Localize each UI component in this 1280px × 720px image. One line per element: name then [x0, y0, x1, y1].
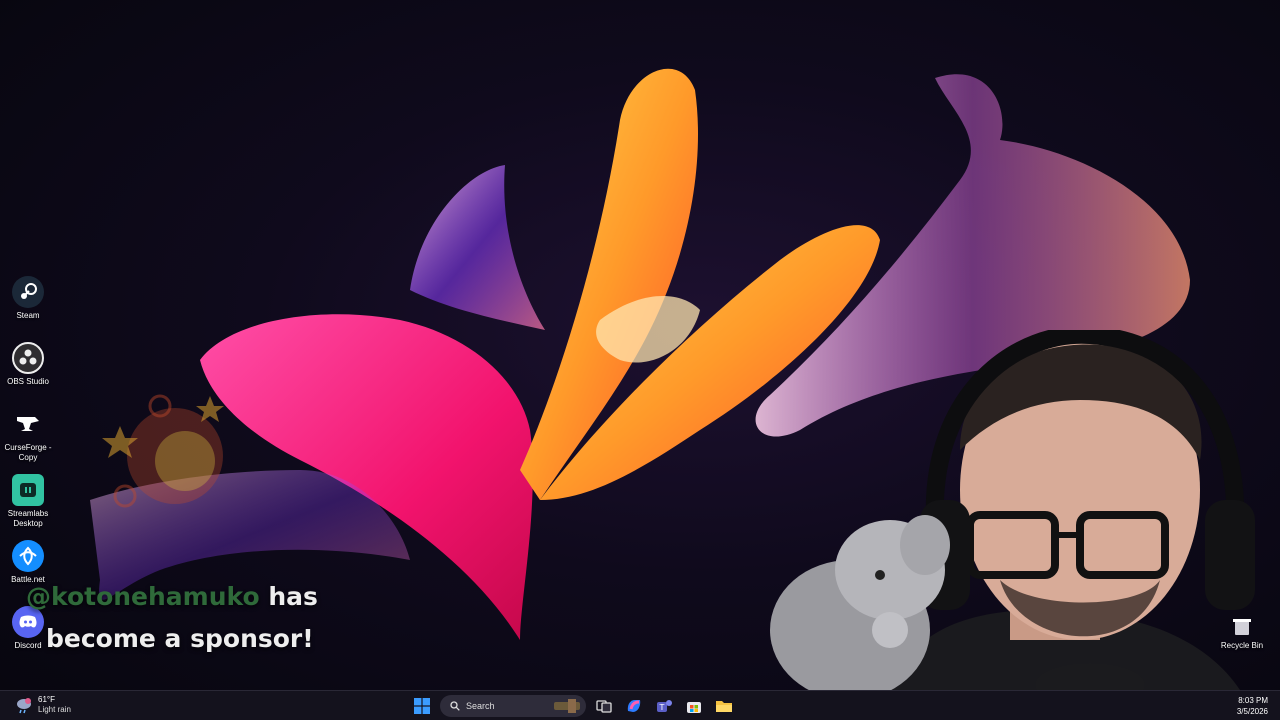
battlenet-icon: [12, 540, 44, 572]
curseforge-icon: [12, 408, 44, 440]
weather-condition: Light rain: [38, 705, 71, 714]
desktop-icon-label: OBS Studio: [7, 377, 49, 386]
taskbar: 61°F Light rain Search T 8:03 PM 3/5/202…: [0, 690, 1280, 720]
clock-date: 3/5/2026: [1236, 707, 1268, 716]
file-explorer-button[interactable]: [712, 694, 736, 718]
desktop-icon-steam[interactable]: Steam: [0, 276, 56, 321]
desktop-icon-label: CurseForge - Copy: [4, 443, 52, 462]
desktop-icon-streamlabs[interactable]: Streamlabs Desktop: [0, 474, 56, 529]
task-view-button[interactable]: [592, 694, 616, 718]
desktop-icon-obs[interactable]: OBS Studio: [0, 342, 56, 387]
teams-button[interactable]: T: [652, 694, 676, 718]
obs-icon: [12, 342, 44, 374]
weather-widget[interactable]: 61°F Light rain: [14, 695, 71, 715]
taskbar-clock[interactable]: 8:03 PM 3/5/2026: [1237, 695, 1268, 717]
alert-decoration: [102, 394, 224, 508]
desktop-icon-label: Streamlabs Desktop: [7, 509, 49, 528]
task-view-icon: [596, 700, 612, 713]
search-highlight-icon: [554, 699, 580, 713]
weather-icon: [17, 698, 31, 714]
sponsor-alert-line-1: @kotonehamuko has: [26, 576, 386, 618]
sponsor-message-part-1: has: [259, 582, 318, 611]
recycle-bin-icon: [1233, 619, 1251, 635]
file-explorer-icon: [716, 701, 732, 712]
copilot-icon: [627, 700, 641, 712]
desktop-icon-recycle-bin[interactable]: Recycle Bin: [1214, 618, 1270, 650]
taskbar-search-box[interactable]: Search: [440, 695, 586, 717]
svg-text:T: T: [659, 703, 665, 712]
teams-icon: T: [657, 700, 672, 712]
search-placeholder: Search: [466, 701, 495, 711]
windows-start-icon: [414, 698, 430, 714]
webcam-overlay: [770, 330, 1255, 690]
weather-temperature: 61°F: [38, 695, 55, 704]
recycle-bin-label: Recycle Bin: [1220, 641, 1264, 650]
steam-icon: [12, 276, 44, 308]
taskbar-apps: Search T: [410, 694, 736, 718]
desktop-icon-curseforge[interactable]: CurseForge - Copy: [0, 408, 56, 463]
store-icon: [687, 702, 701, 713]
sponsor-alert: @kotonehamuko has become a sponsor!: [26, 576, 386, 660]
search-icon: [450, 701, 460, 711]
sponsor-username: @kotonehamuko: [26, 582, 260, 611]
store-button[interactable]: [682, 694, 706, 718]
sponsor-message-part-2: become a sponsor!: [46, 624, 314, 653]
start-button[interactable]: [410, 694, 434, 718]
copilot-button[interactable]: [622, 694, 646, 718]
clock-time: 8:03 PM: [1238, 696, 1268, 705]
desktop-icon-label: Steam: [16, 311, 40, 320]
streamlabs-icon: [12, 474, 44, 506]
